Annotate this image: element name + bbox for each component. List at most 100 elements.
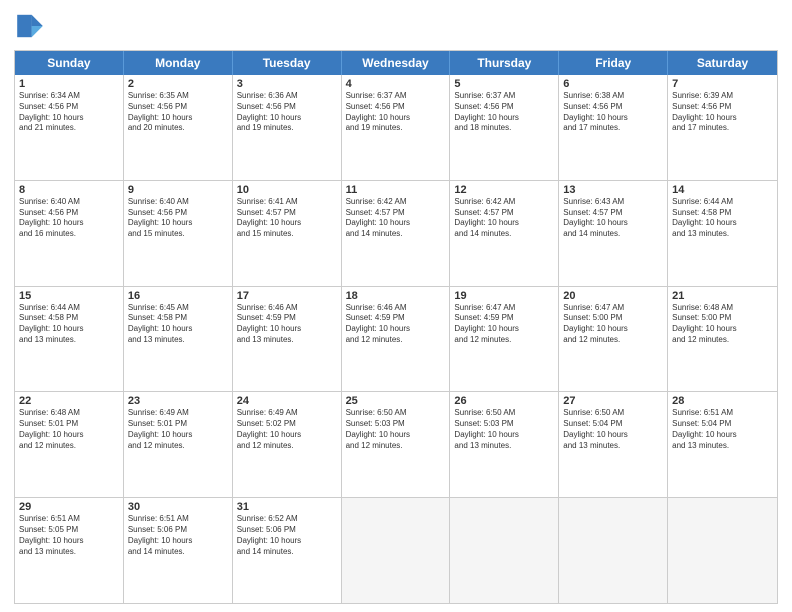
cell-content: Sunrise: 6:42 AM Sunset: 4:57 PM Dayligh… — [454, 197, 554, 240]
calendar-row-2: 15Sunrise: 6:44 AM Sunset: 4:58 PM Dayli… — [15, 286, 777, 392]
calendar-cell — [450, 498, 559, 603]
calendar-cell: 21Sunrise: 6:48 AM Sunset: 5:00 PM Dayli… — [668, 287, 777, 392]
day-number: 2 — [128, 78, 228, 90]
cell-content: Sunrise: 6:37 AM Sunset: 4:56 PM Dayligh… — [454, 91, 554, 134]
calendar-cell: 6Sunrise: 6:38 AM Sunset: 4:56 PM Daylig… — [559, 75, 668, 180]
day-number: 28 — [672, 395, 773, 407]
calendar-cell: 22Sunrise: 6:48 AM Sunset: 5:01 PM Dayli… — [15, 392, 124, 497]
calendar-cell: 9Sunrise: 6:40 AM Sunset: 4:56 PM Daylig… — [124, 181, 233, 286]
day-number: 3 — [237, 78, 337, 90]
calendar-cell: 29Sunrise: 6:51 AM Sunset: 5:05 PM Dayli… — [15, 498, 124, 603]
calendar-cell: 20Sunrise: 6:47 AM Sunset: 5:00 PM Dayli… — [559, 287, 668, 392]
cell-content: Sunrise: 6:36 AM Sunset: 4:56 PM Dayligh… — [237, 91, 337, 134]
header-tuesday: Tuesday — [233, 51, 342, 75]
calendar-body: 1Sunrise: 6:34 AM Sunset: 4:56 PM Daylig… — [15, 75, 777, 603]
calendar-cell: 31Sunrise: 6:52 AM Sunset: 5:06 PM Dayli… — [233, 498, 342, 603]
calendar-cell: 7Sunrise: 6:39 AM Sunset: 4:56 PM Daylig… — [668, 75, 777, 180]
calendar-cell: 25Sunrise: 6:50 AM Sunset: 5:03 PM Dayli… — [342, 392, 451, 497]
calendar-cell: 30Sunrise: 6:51 AM Sunset: 5:06 PM Dayli… — [124, 498, 233, 603]
header-saturday: Saturday — [668, 51, 777, 75]
day-number: 1 — [19, 78, 119, 90]
header-thursday: Thursday — [450, 51, 559, 75]
calendar-header: Sunday Monday Tuesday Wednesday Thursday… — [15, 51, 777, 75]
calendar-cell: 4Sunrise: 6:37 AM Sunset: 4:56 PM Daylig… — [342, 75, 451, 180]
day-number: 31 — [237, 501, 337, 513]
day-number: 17 — [237, 290, 337, 302]
day-number: 27 — [563, 395, 663, 407]
cell-content: Sunrise: 6:43 AM Sunset: 4:57 PM Dayligh… — [563, 197, 663, 240]
day-number: 26 — [454, 395, 554, 407]
day-number: 23 — [128, 395, 228, 407]
calendar-row-0: 1Sunrise: 6:34 AM Sunset: 4:56 PM Daylig… — [15, 75, 777, 180]
cell-content: Sunrise: 6:40 AM Sunset: 4:56 PM Dayligh… — [128, 197, 228, 240]
calendar-cell: 15Sunrise: 6:44 AM Sunset: 4:58 PM Dayli… — [15, 287, 124, 392]
cell-content: Sunrise: 6:46 AM Sunset: 4:59 PM Dayligh… — [237, 303, 337, 346]
day-number: 25 — [346, 395, 446, 407]
day-number: 12 — [454, 184, 554, 196]
calendar-cell: 16Sunrise: 6:45 AM Sunset: 4:58 PM Dayli… — [124, 287, 233, 392]
calendar-cell: 10Sunrise: 6:41 AM Sunset: 4:57 PM Dayli… — [233, 181, 342, 286]
calendar-row-3: 22Sunrise: 6:48 AM Sunset: 5:01 PM Dayli… — [15, 391, 777, 497]
calendar-cell: 19Sunrise: 6:47 AM Sunset: 4:59 PM Dayli… — [450, 287, 559, 392]
cell-content: Sunrise: 6:51 AM Sunset: 5:04 PM Dayligh… — [672, 408, 773, 451]
cell-content: Sunrise: 6:35 AM Sunset: 4:56 PM Dayligh… — [128, 91, 228, 134]
cell-content: Sunrise: 6:44 AM Sunset: 4:58 PM Dayligh… — [19, 303, 119, 346]
calendar-cell: 13Sunrise: 6:43 AM Sunset: 4:57 PM Dayli… — [559, 181, 668, 286]
calendar: Sunday Monday Tuesday Wednesday Thursday… — [14, 50, 778, 604]
header-monday: Monday — [124, 51, 233, 75]
header-friday: Friday — [559, 51, 668, 75]
calendar-cell: 5Sunrise: 6:37 AM Sunset: 4:56 PM Daylig… — [450, 75, 559, 180]
calendar-cell: 11Sunrise: 6:42 AM Sunset: 4:57 PM Dayli… — [342, 181, 451, 286]
cell-content: Sunrise: 6:50 AM Sunset: 5:04 PM Dayligh… — [563, 408, 663, 451]
cell-content: Sunrise: 6:39 AM Sunset: 4:56 PM Dayligh… — [672, 91, 773, 134]
calendar-cell: 27Sunrise: 6:50 AM Sunset: 5:04 PM Dayli… — [559, 392, 668, 497]
header-sunday: Sunday — [15, 51, 124, 75]
calendar-cell — [559, 498, 668, 603]
header-wednesday: Wednesday — [342, 51, 451, 75]
cell-content: Sunrise: 6:47 AM Sunset: 4:59 PM Dayligh… — [454, 303, 554, 346]
cell-content: Sunrise: 6:50 AM Sunset: 5:03 PM Dayligh… — [454, 408, 554, 451]
day-number: 29 — [19, 501, 119, 513]
day-number: 19 — [454, 290, 554, 302]
calendar-cell: 3Sunrise: 6:36 AM Sunset: 4:56 PM Daylig… — [233, 75, 342, 180]
calendar-cell: 23Sunrise: 6:49 AM Sunset: 5:01 PM Dayli… — [124, 392, 233, 497]
cell-content: Sunrise: 6:42 AM Sunset: 4:57 PM Dayligh… — [346, 197, 446, 240]
cell-content: Sunrise: 6:49 AM Sunset: 5:02 PM Dayligh… — [237, 408, 337, 451]
calendar-cell: 24Sunrise: 6:49 AM Sunset: 5:02 PM Dayli… — [233, 392, 342, 497]
day-number: 15 — [19, 290, 119, 302]
day-number: 5 — [454, 78, 554, 90]
calendar-cell — [668, 498, 777, 603]
day-number: 11 — [346, 184, 446, 196]
day-number: 10 — [237, 184, 337, 196]
header — [14, 10, 778, 42]
logo-icon — [14, 10, 46, 42]
day-number: 13 — [563, 184, 663, 196]
day-number: 6 — [563, 78, 663, 90]
cell-content: Sunrise: 6:48 AM Sunset: 5:01 PM Dayligh… — [19, 408, 119, 451]
calendar-row-4: 29Sunrise: 6:51 AM Sunset: 5:05 PM Dayli… — [15, 497, 777, 603]
cell-content: Sunrise: 6:38 AM Sunset: 4:56 PM Dayligh… — [563, 91, 663, 134]
day-number: 20 — [563, 290, 663, 302]
calendar-cell: 28Sunrise: 6:51 AM Sunset: 5:04 PM Dayli… — [668, 392, 777, 497]
calendar-cell: 1Sunrise: 6:34 AM Sunset: 4:56 PM Daylig… — [15, 75, 124, 180]
cell-content: Sunrise: 6:51 AM Sunset: 5:06 PM Dayligh… — [128, 514, 228, 557]
day-number: 14 — [672, 184, 773, 196]
cell-content: Sunrise: 6:45 AM Sunset: 4:58 PM Dayligh… — [128, 303, 228, 346]
day-number: 7 — [672, 78, 773, 90]
cell-content: Sunrise: 6:47 AM Sunset: 5:00 PM Dayligh… — [563, 303, 663, 346]
cell-content: Sunrise: 6:41 AM Sunset: 4:57 PM Dayligh… — [237, 197, 337, 240]
cell-content: Sunrise: 6:44 AM Sunset: 4:58 PM Dayligh… — [672, 197, 773, 240]
calendar-cell: 18Sunrise: 6:46 AM Sunset: 4:59 PM Dayli… — [342, 287, 451, 392]
day-number: 22 — [19, 395, 119, 407]
calendar-cell: 8Sunrise: 6:40 AM Sunset: 4:56 PM Daylig… — [15, 181, 124, 286]
calendar-cell — [342, 498, 451, 603]
logo — [14, 10, 50, 42]
day-number: 4 — [346, 78, 446, 90]
calendar-cell: 12Sunrise: 6:42 AM Sunset: 4:57 PM Dayli… — [450, 181, 559, 286]
day-number: 30 — [128, 501, 228, 513]
cell-content: Sunrise: 6:40 AM Sunset: 4:56 PM Dayligh… — [19, 197, 119, 240]
cell-content: Sunrise: 6:46 AM Sunset: 4:59 PM Dayligh… — [346, 303, 446, 346]
calendar-cell: 2Sunrise: 6:35 AM Sunset: 4:56 PM Daylig… — [124, 75, 233, 180]
cell-content: Sunrise: 6:51 AM Sunset: 5:05 PM Dayligh… — [19, 514, 119, 557]
cell-content: Sunrise: 6:34 AM Sunset: 4:56 PM Dayligh… — [19, 91, 119, 134]
